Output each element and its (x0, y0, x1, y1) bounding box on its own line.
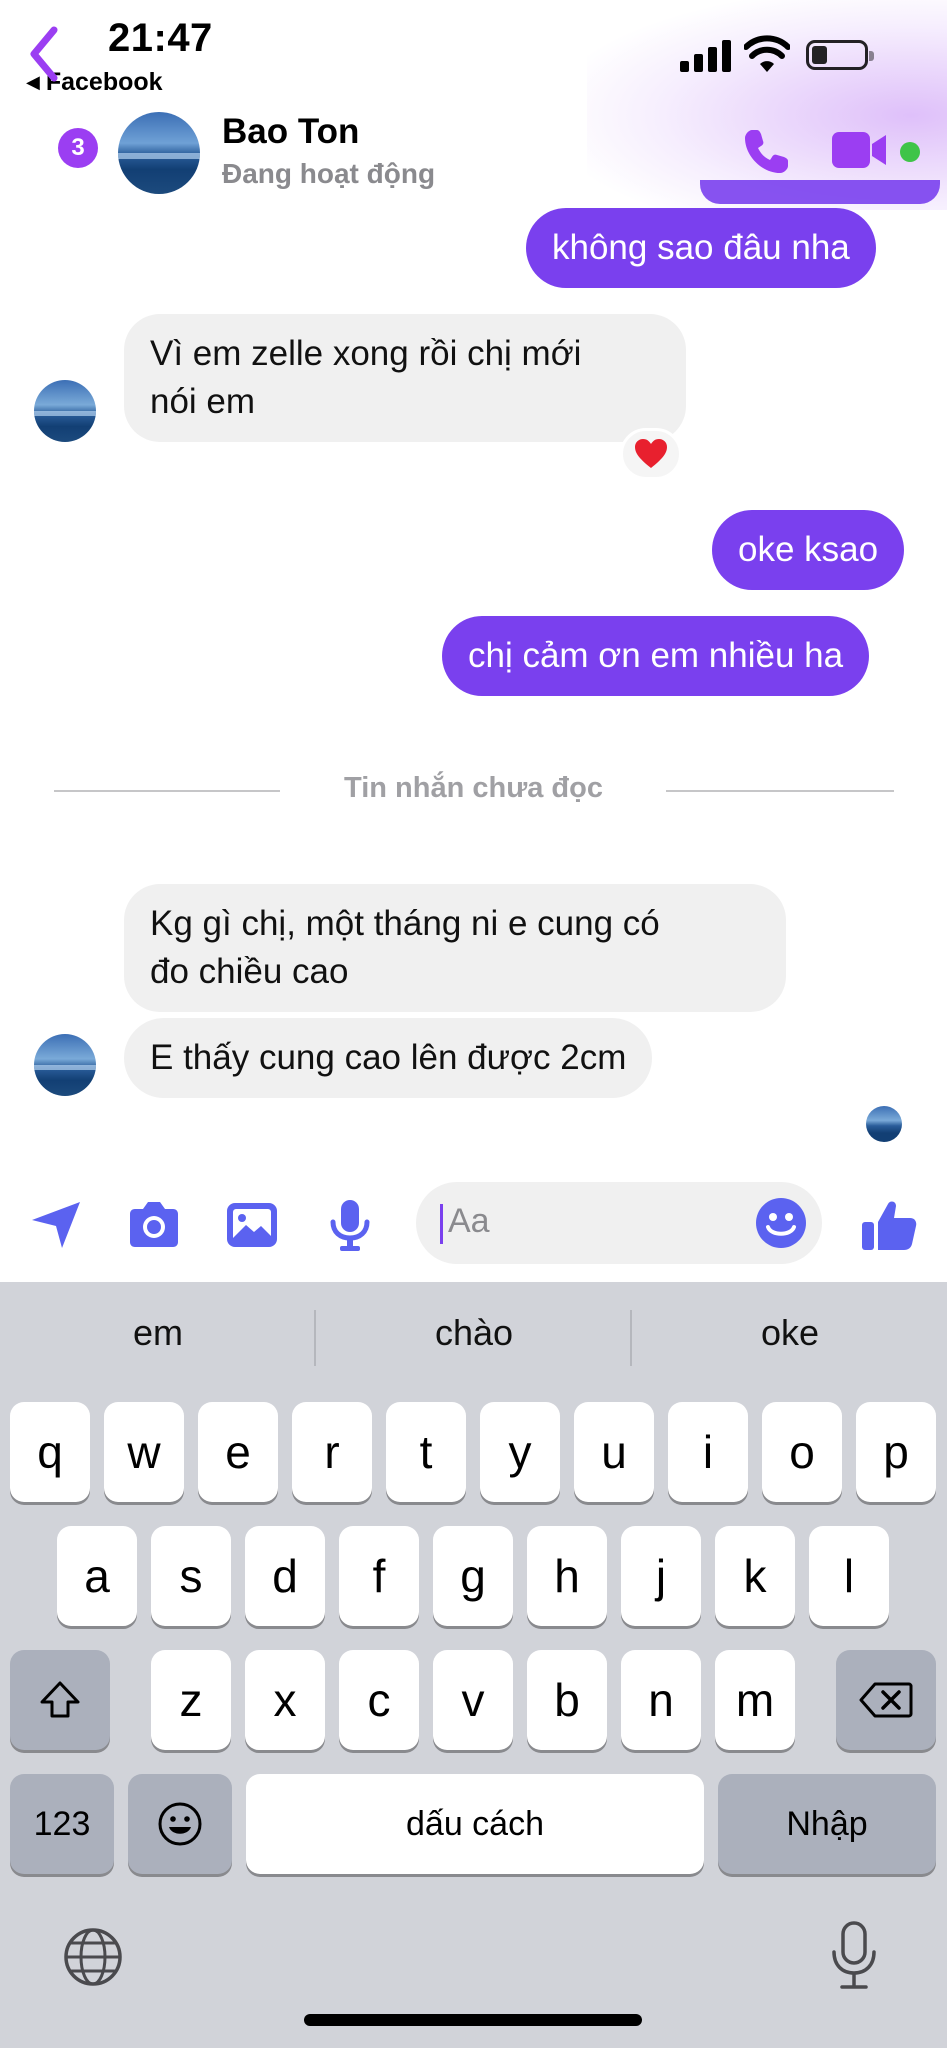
message-text-line: đo chiều cao (150, 952, 349, 991)
key-p[interactable]: p (856, 1402, 936, 1502)
emoji-key[interactable] (128, 1774, 232, 1874)
sender-avatar[interactable] (34, 380, 96, 442)
message-text-line: Vì em zelle xong rồi chị mới (150, 334, 582, 373)
message-bubble-incoming[interactable]: Kg gì chị, một tháng ni e cung có đo chi… (124, 884, 786, 1012)
key-w[interactable]: w (104, 1402, 184, 1502)
back-arrow-icon[interactable] (28, 26, 100, 82)
key-n[interactable]: n (621, 1650, 701, 1750)
globe-icon[interactable] (62, 1926, 124, 1988)
key-s[interactable]: s (151, 1526, 231, 1626)
unread-messages-divider: Tin nhắn chưa đọc (0, 772, 947, 808)
message-text-line: nói em (150, 382, 256, 421)
reaction-badge[interactable] (620, 428, 682, 480)
key-u[interactable]: u (574, 1402, 654, 1502)
key-r[interactable]: r (292, 1402, 372, 1502)
message-bubble-outgoing[interactable]: oke ksao (712, 510, 905, 590)
camera-icon[interactable] (126, 1198, 182, 1252)
divider-label: Tin nhắn chưa đọc (344, 772, 603, 804)
key-l[interactable]: l (809, 1526, 889, 1626)
message-text: không sao đâu nha (552, 228, 850, 267)
message-bubble-incoming[interactable]: Vì em zelle xong rồi chị mới nói em (124, 314, 686, 442)
message-bubble-outgoing[interactable]: chị cảm ơn em nhiều ha (442, 616, 870, 696)
key-j[interactable]: j (621, 1526, 701, 1626)
key-h[interactable]: h (527, 1526, 607, 1626)
message-composer: Aa (0, 1178, 947, 1268)
wifi-icon (744, 35, 790, 72)
text-caret (440, 1204, 443, 1244)
suggestion-bar: em chào oke (0, 1282, 947, 1392)
key-g[interactable]: g (433, 1526, 513, 1626)
message-bubble-outgoing[interactable]: không sao đâu nha (526, 208, 876, 288)
previous-message-bubble-cutoff (700, 180, 940, 204)
cellular-signal-icon (680, 38, 732, 72)
microphone-icon[interactable] (322, 1198, 378, 1252)
video-call-icon[interactable] (830, 128, 890, 172)
presence-status: Đang hoạt động (222, 158, 436, 189)
return-key[interactable]: Nhập (718, 1774, 936, 1874)
key-v[interactable]: v (433, 1650, 513, 1750)
numbers-key[interactable]: 123 (10, 1774, 114, 1874)
thumbs-up-icon[interactable] (860, 1198, 918, 1252)
battery-icon (806, 40, 874, 70)
message-input-placeholder: Aa (448, 1202, 490, 1240)
shift-key[interactable] (10, 1650, 110, 1750)
key-z[interactable]: z (151, 1650, 231, 1750)
message-text: chị cảm ơn em nhiều ha (468, 636, 844, 675)
sender-avatar[interactable] (34, 1034, 96, 1096)
message-bubble-incoming[interactable]: E thấy cung cao lên được 2cm (124, 1018, 653, 1098)
key-f[interactable]: f (339, 1526, 419, 1626)
emoji-icon[interactable] (754, 1196, 808, 1250)
contact-avatar[interactable] (118, 112, 200, 194)
emoji-face-icon (158, 1802, 202, 1846)
status-time: 21:47 (108, 16, 213, 60)
gallery-icon[interactable] (224, 1198, 280, 1252)
online-indicator (900, 142, 920, 162)
space-key[interactable]: dấu cách (246, 1774, 704, 1874)
suggestion-item[interactable]: oke (640, 1312, 940, 1354)
location-arrow-icon[interactable] (28, 1198, 84, 1252)
backspace-key[interactable] (836, 1650, 936, 1750)
message-text: oke ksao (738, 530, 879, 569)
heart-icon (635, 439, 667, 468)
key-a[interactable]: a (57, 1526, 137, 1626)
key-e[interactable]: e (198, 1402, 278, 1502)
home-indicator[interactable] (304, 2014, 642, 2026)
suggestion-item[interactable]: em (8, 1312, 308, 1354)
shift-arrow-icon (40, 1681, 80, 1718)
key-d[interactable]: d (245, 1526, 325, 1626)
backspace-icon (859, 1682, 913, 1718)
key-k[interactable]: k (715, 1526, 795, 1626)
contact-name[interactable]: Bao Ton (222, 112, 359, 152)
key-y[interactable]: y (480, 1402, 560, 1502)
status-bar: 21:47 ◀ Facebook (0, 0, 947, 110)
key-i[interactable]: i (668, 1402, 748, 1502)
phone-icon[interactable] (740, 126, 792, 178)
message-text: E thấy cung cao lên được 2cm (150, 1038, 627, 1077)
message-input[interactable]: Aa (416, 1182, 822, 1264)
dictation-mic-icon[interactable] (826, 1920, 882, 1992)
suggestion-item[interactable]: chào (324, 1312, 624, 1354)
key-q[interactable]: q (10, 1402, 90, 1502)
on-screen-keyboard: em chào oke q w e r t y u i o p a s d f … (0, 1282, 947, 2048)
key-o[interactable]: o (762, 1402, 842, 1502)
key-m[interactable]: m (715, 1650, 795, 1750)
key-x[interactable]: x (245, 1650, 325, 1750)
key-b[interactable]: b (527, 1650, 607, 1750)
read-receipt-avatar (866, 1106, 902, 1142)
key-c[interactable]: c (339, 1650, 419, 1750)
unread-count-badge: 3 (58, 128, 98, 168)
key-t[interactable]: t (386, 1402, 466, 1502)
message-text-line: Kg gì chị, một tháng ni e cung có (150, 904, 660, 943)
